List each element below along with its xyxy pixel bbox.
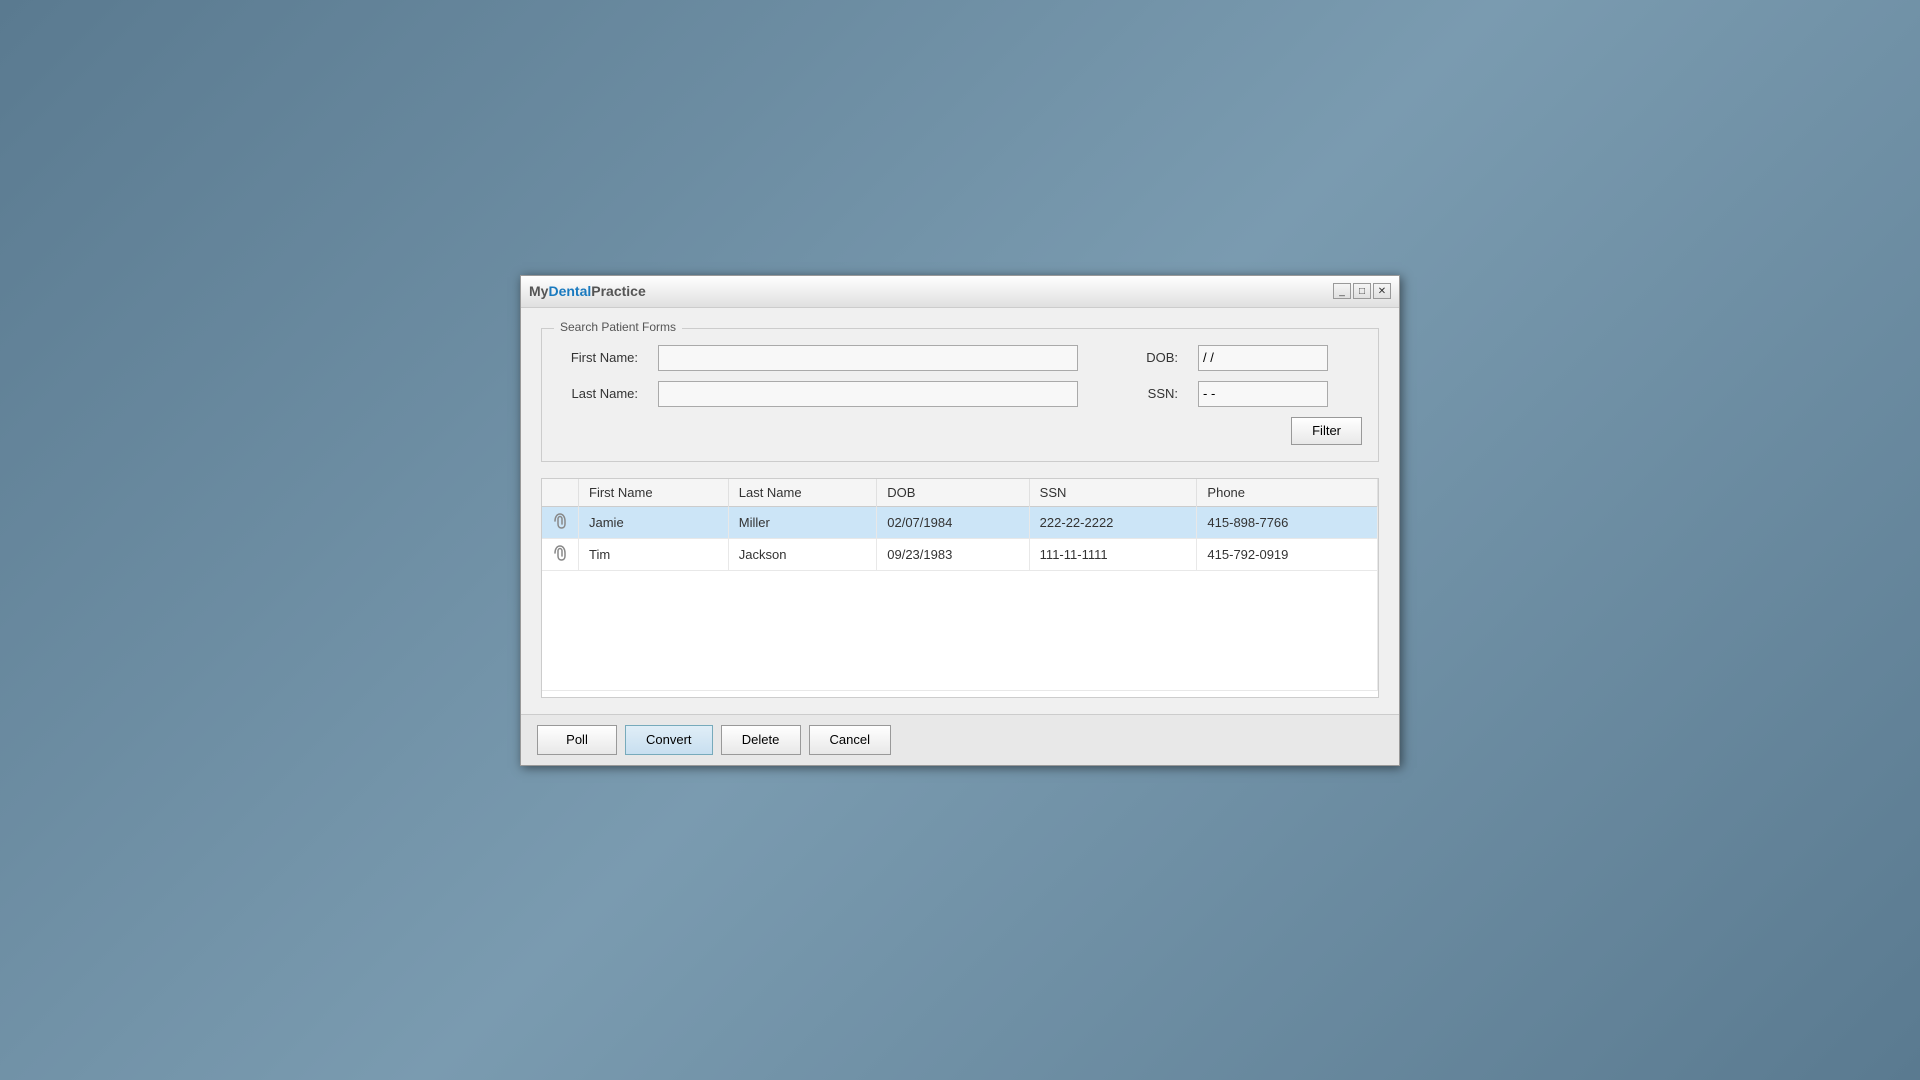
attachment-icon [552, 512, 568, 530]
row-phone: 415-792-0919 [1197, 538, 1378, 570]
title-bar: MyDentalPractice _ □ ✕ [521, 276, 1399, 308]
ssn-input[interactable] [1198, 381, 1328, 407]
last-name-row: Last Name: SSN: [558, 381, 1362, 407]
title-practice: Practice [591, 283, 645, 299]
row-phone: 415-898-7766 [1197, 506, 1378, 538]
poll-button[interactable]: Poll [537, 725, 617, 755]
table-row[interactable]: Jamie Miller 02/07/1984 222-22-2222 415-… [542, 506, 1378, 538]
delete-button[interactable]: Delete [721, 725, 801, 755]
dob-input[interactable] [1198, 345, 1328, 371]
row-dob: 02/07/1984 [877, 506, 1029, 538]
col-first-name: First Name [579, 479, 729, 507]
search-group: Search Patient Forms First Name: DOB: La… [541, 328, 1379, 462]
row-icon-cell [542, 538, 579, 570]
row-first-name: Jamie [579, 506, 729, 538]
title-bar-left: MyDentalPractice [529, 283, 646, 299]
cancel-button[interactable]: Cancel [809, 725, 891, 755]
table-header-row: First Name Last Name DOB SSN Phone [542, 479, 1378, 507]
row-last-name: Jackson [728, 538, 877, 570]
main-window: MyDentalPractice _ □ ✕ Search Patient Fo… [520, 275, 1400, 766]
results-table-container: First Name Last Name DOB SSN Phone [541, 478, 1379, 698]
row-dob: 09/23/1983 [877, 538, 1029, 570]
col-ssn: SSN [1029, 479, 1197, 507]
col-last-name: Last Name [728, 479, 877, 507]
search-group-legend: Search Patient Forms [554, 320, 682, 334]
minimize-button[interactable]: _ [1333, 283, 1351, 299]
col-icon [542, 479, 579, 507]
first-name-row: First Name: DOB: [558, 345, 1362, 371]
dob-label: DOB: [1098, 350, 1178, 365]
row-first-name: Tim [579, 538, 729, 570]
filter-button[interactable]: Filter [1291, 417, 1362, 445]
close-button[interactable]: ✕ [1373, 283, 1391, 299]
title-dental: Dental [548, 283, 591, 299]
last-name-input[interactable] [658, 381, 1078, 407]
table-row[interactable]: Tim Jackson 09/23/1983 111-11-1111 415-7… [542, 538, 1378, 570]
maximize-button[interactable]: □ [1353, 283, 1371, 299]
first-name-input[interactable] [658, 345, 1078, 371]
convert-button[interactable]: Convert [625, 725, 713, 755]
col-phone: Phone [1197, 479, 1378, 507]
col-dob: DOB [877, 479, 1029, 507]
results-table: First Name Last Name DOB SSN Phone [542, 479, 1378, 691]
table-body: Jamie Miller 02/07/1984 222-22-2222 415-… [542, 506, 1378, 690]
bottom-bar: Poll Convert Delete Cancel [521, 714, 1399, 765]
last-name-label: Last Name: [558, 386, 638, 401]
row-last-name: Miller [728, 506, 877, 538]
window-controls: _ □ ✕ [1333, 283, 1391, 299]
ssn-label: SSN: [1098, 386, 1178, 401]
table-header: First Name Last Name DOB SSN Phone [542, 479, 1378, 507]
window-body: Search Patient Forms First Name: DOB: La… [521, 308, 1399, 714]
first-name-label: First Name: [558, 350, 638, 365]
empty-row [542, 570, 1378, 690]
row-ssn: 111-11-1111 [1029, 538, 1197, 570]
row-ssn: 222-22-2222 [1029, 506, 1197, 538]
app-title: MyDentalPractice [529, 283, 646, 299]
row-icon-cell [542, 506, 579, 538]
title-my: My [529, 283, 548, 299]
attachment-icon [552, 544, 568, 562]
filter-row: Filter [558, 417, 1362, 445]
